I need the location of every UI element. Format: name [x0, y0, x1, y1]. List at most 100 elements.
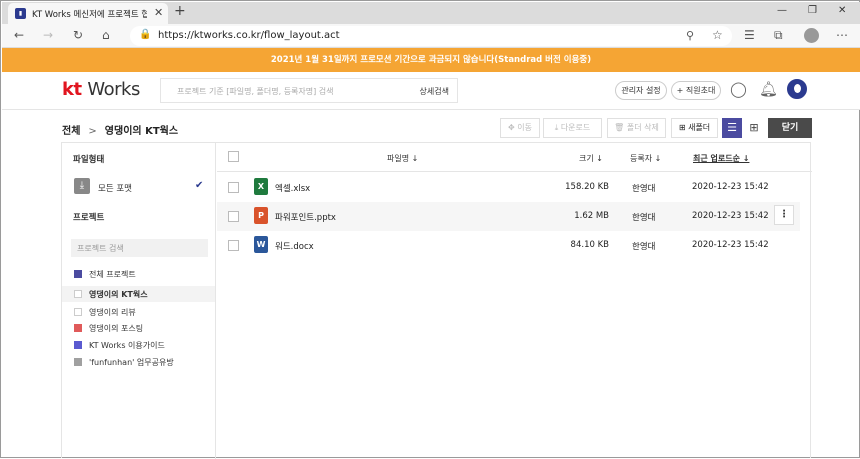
file-size: 158.20 KB: [565, 182, 609, 192]
browser-tab[interactable]: ▮ KT Works 메신저에 프로젝트 협업 ✕: [8, 3, 168, 24]
download-tray-icon: ⤓: [74, 178, 90, 194]
user-avatar[interactable]: [787, 79, 807, 99]
search-placeholder: 프로젝트 기준 [파일명, 폴더명, 등록자명] 검색: [177, 87, 334, 96]
trash-icon: 🗑︎: [614, 123, 627, 132]
new-tab-button[interactable]: +: [174, 3, 186, 19]
delete-folder-button[interactable]: 🗑︎ 폴더 삭제: [607, 118, 666, 138]
column-filename[interactable]: 파일명 ↓: [387, 153, 418, 164]
delete-folder-label: 폴더 삭제: [626, 123, 659, 132]
file-checkbox[interactable]: [228, 182, 239, 193]
more-menu-icon[interactable]: ⋯: [836, 28, 848, 42]
file-toolbar: 전체 > 영댕이의 KT웍스 ✥ 이동 ⤓ 다운로드 🗑︎ 폴더 삭제 ⊞ 새폴더 …: [2, 111, 860, 143]
breadcrumb: 전체 > 영댕이의 KT웍스: [62, 122, 178, 137]
project-color-swatch: [74, 324, 82, 332]
breadcrumb-current: 영댕이의 KT웍스: [104, 126, 179, 137]
project-name: KT Works 이용가이드: [89, 341, 165, 350]
chat-icon[interactable]: ◯: [730, 80, 747, 98]
project-item[interactable]: 영댕이의 리뷰: [62, 304, 215, 320]
site-favicon-icon: ▮: [15, 8, 26, 19]
bell-icon[interactable]: 🔔︎: [759, 80, 778, 98]
address-bar-row: ← → ↻ ⌂ 🔒 https://ktworks.co.kr/flow_lay…: [2, 24, 860, 48]
folder-plus-icon: ⊞: [678, 123, 689, 132]
column-size[interactable]: 크기 ↓: [579, 153, 603, 164]
more-options-button[interactable]: ⋮: [774, 205, 794, 225]
window-close-icon[interactable]: ✕: [838, 5, 846, 16]
project-item-selected[interactable]: 영댕이의 KT웍스: [62, 286, 215, 302]
tab-close-icon[interactable]: ✕: [154, 6, 163, 19]
project-name: 전체 프로젝트: [89, 270, 136, 279]
file-checkbox[interactable]: [228, 240, 239, 251]
file-type-all-formats[interactable]: ⤓ 모든 포맷 ✔: [62, 174, 215, 200]
url-text: https://ktworks.co.kr/flow_layout.act: [158, 30, 340, 41]
project-color-swatch: [74, 341, 82, 349]
new-folder-button[interactable]: ⊞ 새폴더: [671, 118, 718, 138]
grid-view-icon[interactable]: ⊞: [744, 118, 764, 138]
url-field[interactable]: 🔒 https://ktworks.co.kr/flow_layout.act …: [130, 26, 732, 46]
project-color-swatch: [74, 358, 82, 366]
list-view-icon[interactable]: ☰: [722, 118, 742, 138]
file-row[interactable]: W 워드.docx 84.10 KB 한영대 2020-12-23 15:42: [217, 231, 800, 260]
project-color-swatch: [74, 270, 82, 278]
excel-file-icon: X: [254, 178, 268, 195]
advanced-search-button[interactable]: 상세검색: [420, 86, 449, 97]
file-size: 1.62 MB: [574, 211, 609, 221]
breadcrumb-root[interactable]: 전체: [62, 126, 80, 137]
file-owner: 한영대: [632, 242, 656, 252]
column-owner[interactable]: 등록자 ↓: [630, 153, 661, 164]
file-row[interactable]: P 파워포인트.pptx 1.62 MB 한영대 2020-12-23 15:4…: [217, 202, 800, 231]
file-row[interactable]: X 엑셀.xlsx 158.20 KB 한영대 2020-12-23 15:42: [217, 173, 800, 202]
file-owner: 한영대: [632, 184, 656, 194]
project-item[interactable]: 영댕이의 포스팅: [62, 320, 215, 336]
file-checkbox[interactable]: [228, 211, 239, 222]
move-icon: ✥: [508, 123, 518, 132]
home-icon[interactable]: ⌂: [102, 28, 110, 42]
favorite-star-icon[interactable]: ☆: [712, 28, 723, 42]
download-button[interactable]: ⤓ 다운로드: [543, 118, 602, 138]
profile-icon[interactable]: [804, 28, 819, 43]
promotion-banner: 2021년 1월 31일까지 프로모션 기간으로 과금되지 않습니다(Stand…: [2, 48, 860, 72]
file-name[interactable]: 파워포인트.pptx: [275, 211, 336, 223]
reload-icon[interactable]: ↻: [73, 28, 83, 42]
browser-window: ▮ KT Works 메신저에 프로젝트 협업 ✕ + — ❐ ✕ ← → ↻ …: [0, 0, 860, 459]
file-date: 2020-12-23 15:42: [692, 182, 769, 192]
restore-icon[interactable]: ❐: [808, 5, 817, 16]
invite-employee-button[interactable]: + 직원초대: [671, 81, 721, 100]
filter-panel: 파일형태 ⤓ 모든 포맷 ✔ 프로젝트 프로젝트 검색 전체 프로젝트 영댕이의…: [62, 143, 216, 459]
project-search-input[interactable]: 프로젝트 검색: [71, 239, 208, 257]
move-label: 이동: [517, 123, 532, 132]
logo-kt: kt: [62, 79, 82, 100]
project-item[interactable]: KT Works 이용가이드: [62, 337, 215, 353]
file-name[interactable]: 엑셀.xlsx: [275, 182, 310, 194]
move-button[interactable]: ✥ 이동: [500, 118, 540, 138]
file-date: 2020-12-23 15:42: [692, 211, 769, 221]
project-color-swatch: [74, 308, 82, 316]
project-name: 'funfunhan' 업무공유방: [89, 358, 174, 367]
back-icon[interactable]: ←: [14, 28, 24, 42]
project-item[interactable]: 전체 프로젝트: [62, 266, 215, 282]
collections-icon[interactable]: ⧉: [774, 28, 783, 43]
admin-settings-button[interactable]: 관리자 설정: [615, 81, 667, 100]
powerpoint-file-icon: P: [254, 207, 268, 224]
project-item[interactable]: 'funfunhan' 업무공유방: [62, 354, 215, 370]
file-list-header: 파일명 ↓ 크기 ↓ 등록자 ↓ 최근 업로드순 ↓: [217, 143, 812, 172]
check-icon: ✔: [195, 180, 204, 191]
app-header: kt Works 프로젝트 기준 [파일명, 폴더명, 등록자명] 검색 상세검…: [2, 72, 860, 110]
tab-strip: ▮ KT Works 메신저에 프로젝트 협업 ✕ + — ❐ ✕: [2, 2, 860, 24]
new-folder-label: 새폴더: [688, 123, 711, 132]
kt-works-logo[interactable]: kt Works: [62, 79, 140, 100]
column-recent-upload[interactable]: 최근 업로드순 ↓: [693, 153, 749, 164]
file-browser: 파일형태 ⤓ 모든 포맷 ✔ 프로젝트 프로젝트 검색 전체 프로젝트 영댕이의…: [61, 142, 812, 459]
favorites-list-icon[interactable]: ☰: [744, 28, 755, 42]
project-color-swatch: [74, 290, 82, 298]
close-button[interactable]: 닫기: [768, 118, 812, 138]
tab-title: KT Works 메신저에 프로젝트 협업: [32, 10, 147, 20]
file-owner: 한영대: [632, 213, 656, 223]
word-file-icon: W: [254, 236, 268, 253]
file-name[interactable]: 워드.docx: [275, 240, 314, 252]
search-icon[interactable]: ⚲: [686, 29, 694, 42]
minimize-icon[interactable]: —: [777, 5, 787, 16]
project-name: 영댕이의 포스팅: [89, 324, 144, 333]
file-search-input[interactable]: 프로젝트 기준 [파일명, 폴더명, 등록자명] 검색 상세검색: [160, 78, 458, 103]
forward-icon[interactable]: →: [43, 28, 53, 42]
select-all-checkbox[interactable]: [228, 151, 239, 162]
